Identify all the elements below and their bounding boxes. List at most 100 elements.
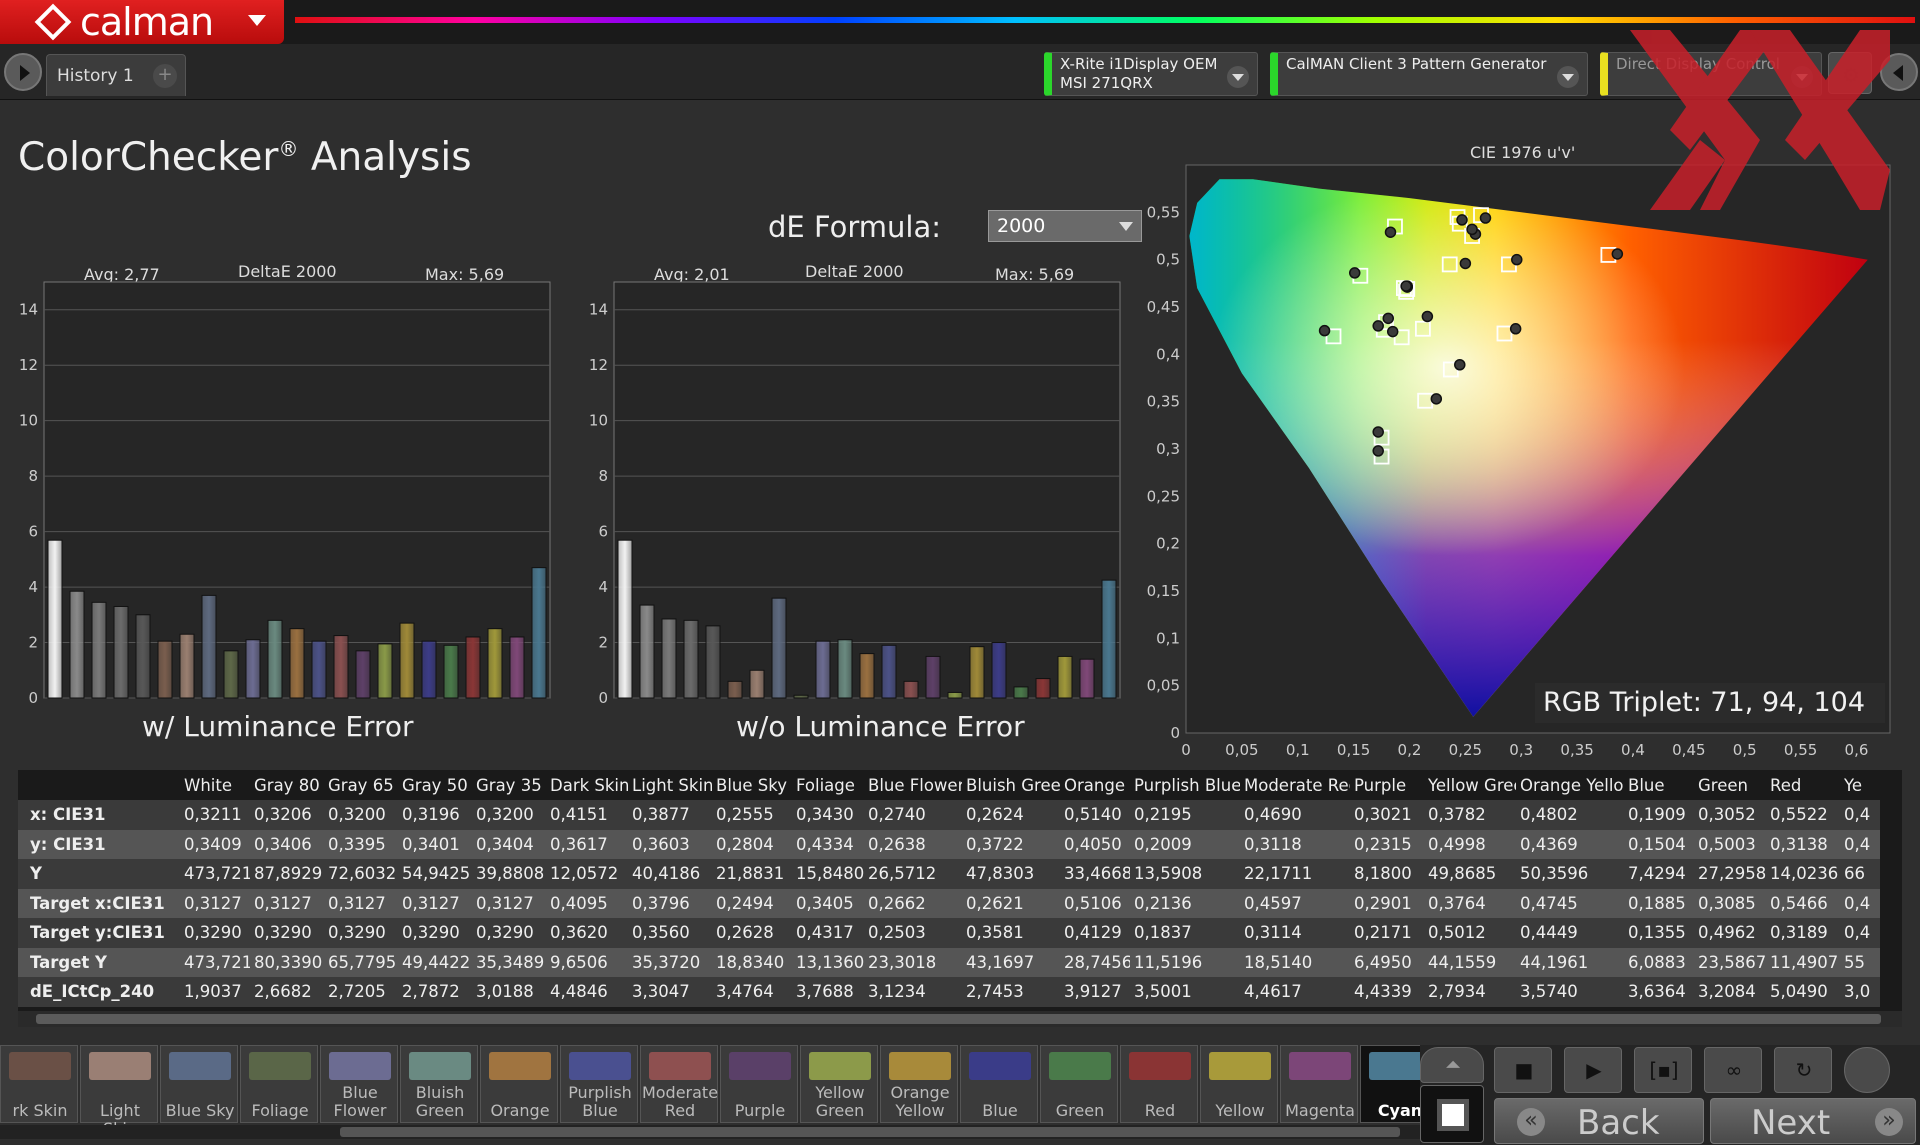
column-header[interactable]: Red xyxy=(1766,770,1840,800)
column-header[interactable]: Gray 35 xyxy=(472,770,546,800)
swatch-moderate-red[interactable]: Moderate Red xyxy=(640,1045,718,1123)
column-header[interactable]: Blue xyxy=(1624,770,1694,800)
device-subname: MSI 271QRX xyxy=(1060,74,1153,92)
column-header[interactable]: Purple xyxy=(1350,770,1424,800)
swatch-label: Yellow xyxy=(1215,1101,1265,1120)
y-tick-label: 10 xyxy=(589,412,608,430)
rgb-triplet-label: RGB Triplet: 71, 94, 104 xyxy=(1543,687,1866,718)
tab-history-1[interactable]: History 1 + xyxy=(46,54,186,96)
chevron-down-icon[interactable] xyxy=(1791,66,1813,88)
swatch-yellow-green[interactable]: Yellow Green xyxy=(800,1045,878,1123)
measure-single-button[interactable]: [▪] xyxy=(1634,1047,1692,1093)
table-cell: 3,7688 xyxy=(792,977,864,1007)
column-header[interactable]: Green xyxy=(1694,770,1766,800)
refresh-button[interactable]: ↻ xyxy=(1774,1047,1832,1093)
swatch-bluish-green[interactable]: Bluish Green xyxy=(400,1045,478,1123)
table-row[interactable]: x: CIE31 0,3211 0,3206 0,3200 0,3196 0,3200 0,… xyxy=(18,800,1880,830)
table-cell: 1,9037 xyxy=(180,977,250,1007)
column-header[interactable]: Light Skin xyxy=(628,770,712,800)
swatch-yellow[interactable]: Yellow xyxy=(1200,1045,1278,1123)
colorchecker-table: White Gray 80 Gray 65 Gray 50 Gray 35 Dark Sk… xyxy=(18,770,1902,1025)
swatch-foliage[interactable]: Foliage xyxy=(240,1045,318,1123)
collapse-panel-button[interactable] xyxy=(1880,53,1918,91)
swatch-purple[interactable]: Purple xyxy=(720,1045,798,1123)
table-row[interactable]: y: CIE31 0,3409 0,3406 0,3395 0,3401 0,3404 0,… xyxy=(18,829,1880,859)
column-header[interactable] xyxy=(18,770,180,800)
table-horizontal-scrollbar[interactable] xyxy=(18,1011,1902,1027)
next-button[interactable]: Next » xyxy=(1710,1098,1916,1144)
column-header[interactable]: Moderate Red xyxy=(1240,770,1350,800)
bar xyxy=(377,643,393,699)
column-header[interactable]: Orange xyxy=(1060,770,1130,800)
pattern-generator-selector[interactable]: CalMAN Client 3 Pattern Generator xyxy=(1270,52,1588,96)
table-row[interactable]: Target Y473,721980,339065,779549,442235,… xyxy=(18,947,1880,977)
scroll-thumb[interactable] xyxy=(340,1127,1400,1137)
settings-button[interactable]: ⚙ xyxy=(1828,52,1872,94)
column-header[interactable]: White xyxy=(180,770,250,800)
bar xyxy=(113,605,129,699)
stop-button[interactable]: ■ xyxy=(1494,1047,1552,1093)
chevron-down-icon[interactable] xyxy=(1227,66,1249,88)
swatch-magenta[interactable]: Magenta xyxy=(1280,1045,1358,1123)
add-tab-button[interactable]: + xyxy=(153,64,177,88)
column-header[interactable]: Gray 65 xyxy=(324,770,398,800)
swatch-color-chip xyxy=(1129,1052,1191,1080)
column-header[interactable]: Blue Flower xyxy=(864,770,962,800)
bar-chart-without-luminance: 0 2 4 6 8 10 12 14 xyxy=(589,281,1121,707)
swatch-orange[interactable]: Orange xyxy=(480,1045,558,1123)
swatch-rk-skin[interactable]: rk Skin xyxy=(0,1045,78,1123)
play-icon xyxy=(20,65,30,81)
swatch-purplish-blue[interactable]: Purplish Blue xyxy=(560,1045,638,1123)
table-row[interactable]: Target x:CIE31 0,3127 0,3127 0,3127 0,3127 0,… xyxy=(18,888,1880,918)
table-cell: 66 xyxy=(1840,859,1880,889)
swatch-blue[interactable]: Blue xyxy=(960,1045,1038,1123)
record-button[interactable] xyxy=(1844,1047,1890,1093)
column-header[interactable]: Yellow Green xyxy=(1424,770,1516,800)
swatch-blue-sky[interactable]: Blue Sky xyxy=(160,1045,238,1123)
table-cell: 0,3560 xyxy=(628,918,712,948)
swatch-orange-yellow[interactable]: Orange Yellow xyxy=(880,1045,958,1123)
play-history-button[interactable] xyxy=(4,53,42,91)
measure-toggle-button[interactable] xyxy=(1420,1085,1484,1143)
calman-menu-button[interactable]: calman xyxy=(0,0,284,44)
continuous-button[interactable]: ∞ xyxy=(1704,1047,1762,1093)
table-row[interactable]: dE_ICtCp_240 1,9037 2,6682 2,7205 2,7872 3,01… xyxy=(18,977,1880,1007)
swatch-blue-flower[interactable]: Blue Flower xyxy=(320,1045,398,1123)
column-header[interactable]: Purplish Blue xyxy=(1130,770,1240,800)
table-cell: 0,4 xyxy=(1840,918,1880,948)
de-formula-select[interactable]: 2000 xyxy=(988,210,1142,242)
table-cell: 0,3620 xyxy=(546,918,628,948)
column-header[interactable]: Gray 80 xyxy=(250,770,324,800)
column-header[interactable]: Blue Sky xyxy=(712,770,792,800)
meter-device-selector[interactable]: X-Rite i1Display OEM MSI 271QRX xyxy=(1044,52,1258,96)
bar xyxy=(333,635,349,699)
top-bar: calman xyxy=(0,0,1920,44)
x-tick-label: 0,55 xyxy=(1784,741,1817,759)
swatch-label: Moderate xyxy=(641,1083,719,1102)
column-header[interactable]: Bluish Green xyxy=(962,770,1060,800)
column-header[interactable]: Orange Yellow xyxy=(1516,770,1624,800)
swatch-red[interactable]: Red xyxy=(1120,1045,1198,1123)
swatch-green[interactable]: Green xyxy=(1040,1045,1118,1123)
chevron-down-icon[interactable] xyxy=(1557,66,1579,88)
column-header[interactable]: Foliage xyxy=(792,770,864,800)
display-control-selector[interactable]: Direct Display Control xyxy=(1600,52,1822,96)
measured-point xyxy=(1372,320,1384,332)
table-row[interactable]: Target y:CIE31 0,3290 0,3290 0,3290 0,3290 0,… xyxy=(18,918,1880,948)
table-cell: 0,3406 xyxy=(250,829,324,859)
column-header[interactable]: Gray 50 xyxy=(398,770,472,800)
table-cell: 3,4764 xyxy=(712,977,792,1007)
up-button[interactable]: ⏶ xyxy=(1420,1047,1484,1083)
table-row[interactable]: Y473,721987,892972,603254,942539,880812,… xyxy=(18,859,1880,889)
swatch-scrollbar[interactable] xyxy=(0,1125,1420,1139)
measured-point xyxy=(1386,325,1399,338)
row-header: Target y:CIE31 xyxy=(18,918,180,948)
back-button[interactable]: « Back xyxy=(1494,1098,1704,1144)
swatch-light-skin[interactable]: Light Skin xyxy=(80,1045,158,1138)
bar xyxy=(245,639,261,699)
column-header[interactable]: Ye xyxy=(1840,770,1880,800)
table-cell: 0,3290 xyxy=(472,918,546,948)
column-header[interactable]: Dark Skin xyxy=(546,770,628,800)
play-button[interactable]: ▶ xyxy=(1564,1047,1622,1093)
scroll-thumb[interactable] xyxy=(36,1014,1881,1024)
